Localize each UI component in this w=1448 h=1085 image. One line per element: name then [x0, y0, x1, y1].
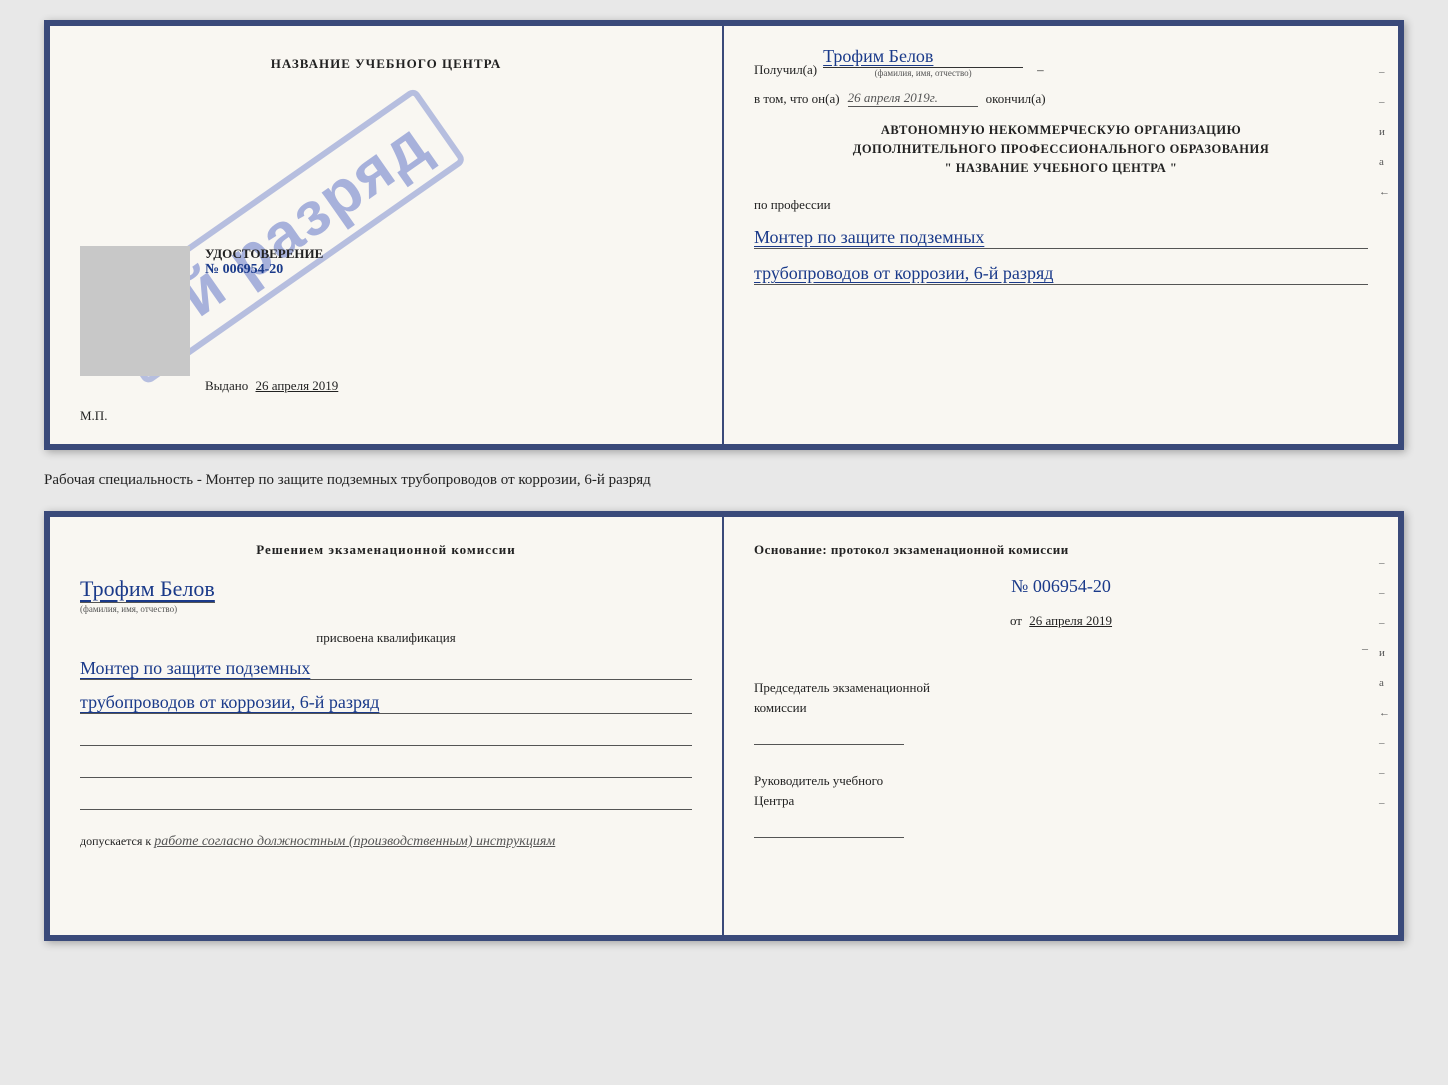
blank-line-3 [80, 790, 692, 810]
doc-bottom-right-panel: Основание: протокол экзаменационной коми… [724, 517, 1398, 935]
vydano-label: Выдано [205, 378, 248, 393]
predsedatel-line2: комиссии [754, 698, 1368, 718]
bottom-fio-small: (фамилия, имя, отчество) [80, 604, 177, 614]
prof-line2: трубопроводов от коррозии, 6-й разряд [754, 263, 1368, 285]
poluchil-line: Получил(а) Трофим Белов (фамилия, имя, о… [754, 46, 1368, 78]
org-block: АВТОНОМНУЮ НЕКОММЕРЧЕСКУЮ ОРГАНИЗАЦИЮ ДО… [754, 121, 1368, 177]
predsedatel-signature [754, 725, 904, 745]
right-side-marks-bottom: – – – и а ← – – – [1379, 557, 1390, 809]
udostoverenie-block: УДОСТОВЕРЕНИЕ № 006954-20 [205, 246, 323, 278]
osnovanie-title: Основание: протокол экзаменационной коми… [754, 542, 1368, 558]
blank-line-1 [80, 726, 692, 746]
doc-top-right-panel: Получил(а) Трофим Белов (фамилия, имя, о… [724, 26, 1398, 444]
ot-date: от 26 апреля 2019 [754, 613, 1368, 629]
dopuskaetsya-val: работе согласно должностным (производств… [154, 834, 555, 849]
document-top: НАЗВАНИЕ УЧЕБНОГО ЦЕНТРА 6-й разряд УДОС… [44, 20, 1404, 450]
org-line3: " НАЗВАНИЕ УЧЕБНОГО ЦЕНТРА " [754, 159, 1368, 178]
fio-small-top: (фамилия, имя, отчество) [875, 68, 972, 78]
dopuskaetsya-block: допускается к работе согласно должностны… [80, 834, 692, 850]
between-label-text: Рабочая специальность - Монтер по защите… [44, 472, 651, 488]
org-line2: ДОПОЛНИТЕЛЬНОГО ПРОФЕССИОНАЛЬНОГО ОБРАЗО… [754, 140, 1368, 159]
dash-right-1: – [754, 641, 1368, 656]
vydano-date: 26 апреля 2019 [256, 378, 339, 393]
dash-top: – [1037, 62, 1044, 78]
po-professii: по профессии [754, 197, 1368, 213]
photo-placeholder [80, 246, 190, 376]
ot-label: от [1010, 613, 1022, 628]
prof-line1: Монтер по защите подземных [754, 227, 1368, 249]
predsedatel-block: Председатель экзаменационной комиссии [754, 678, 1368, 745]
ot-date-val: 26 апреля 2019 [1029, 613, 1112, 628]
udostoverenie-nomer: № 006954-20 [205, 262, 323, 278]
vydano-block: Выдано 26 апреля 2019 [205, 378, 338, 394]
v-tom-label: в том, что он(а) [754, 91, 840, 107]
dopuskaetsya-label: допускается к [80, 834, 151, 848]
udostoverenie-label: УДОСТОВЕРЕНИЕ [205, 246, 323, 262]
protocol-num: № 006954-20 [754, 576, 1368, 597]
rukovoditel-block: Руководитель учебного Центра [754, 771, 1368, 838]
qual-line1: Монтер по защите подземных [80, 658, 692, 680]
v-tom-date: 26 апреля 2019г. [848, 90, 978, 107]
predsedatel-line1: Председатель экзаменационной [754, 678, 1368, 698]
rukovoditel-line2: Центра [754, 791, 1368, 811]
bottom-fio: Трофим Белов [80, 576, 215, 603]
doc-top-left-panel: НАЗВАНИЕ УЧЕБНОГО ЦЕНТРА 6-й разряд УДОС… [50, 26, 724, 444]
org-line1: АВТОНОМНУЮ НЕКОММЕРЧЕСКУЮ ОРГАНИЗАЦИЮ [754, 121, 1368, 140]
between-label: Рабочая специальность - Монтер по защите… [44, 466, 1404, 495]
rukovoditel-line1: Руководитель учебного [754, 771, 1368, 791]
rukovoditel-signature [754, 818, 904, 838]
document-bottom: Решением экзаменационной комиссии Трофим… [44, 511, 1404, 941]
v-tom-line: в том, что он(а) 26 апреля 2019г. окончи… [754, 90, 1368, 107]
doc-bottom-left-panel: Решением экзаменационной комиссии Трофим… [50, 517, 724, 935]
poluchil-label: Получил(а) [754, 62, 817, 78]
prisvoena-label: присвоена квалификация [80, 630, 692, 646]
top-left-title: НАЗВАНИЕ УЧЕБНОГО ЦЕНТРА [271, 56, 502, 72]
okonchil-label: окончил(а) [986, 91, 1046, 107]
qual-line2: трубопроводов от коррозии, 6-й разряд [80, 692, 692, 714]
resheniem-title: Решением экзаменационной комиссии [80, 542, 692, 558]
blank-line-2 [80, 758, 692, 778]
poluchil-name: Трофим Белов [823, 46, 1023, 68]
mp-label: М.П. [80, 408, 107, 424]
right-side-marks-top: – – и а ← [1379, 66, 1390, 198]
